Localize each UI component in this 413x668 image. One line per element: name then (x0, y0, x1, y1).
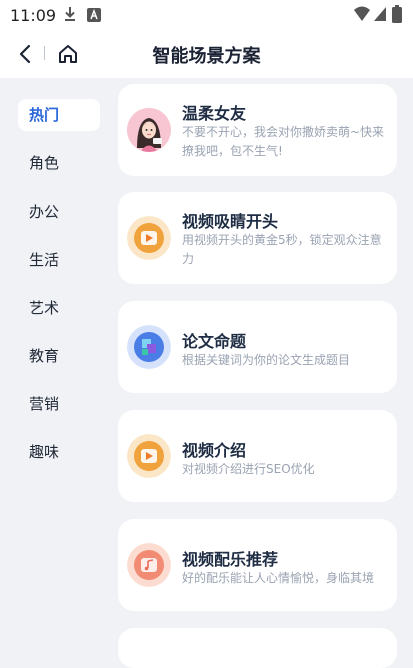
card-description: 对视频介绍进行SEO优化 (182, 462, 315, 476)
paper-document-icon (127, 325, 171, 369)
battery-icon (392, 5, 402, 27)
video-play-icon (127, 216, 171, 260)
sidebar-item-hot[interactable]: 热门 (18, 99, 100, 131)
wifi-icon (353, 6, 371, 26)
page-title: 智能场景方案 (152, 46, 261, 67)
scene-card[interactable]: 视频吸睛开头 用视频开头的黄金5秒，锁定观众注意力 (118, 192, 397, 284)
status-bar: 11:09 (0, 0, 413, 30)
video-play-icon (127, 434, 171, 478)
sidebar-item-label: 趣味 (29, 443, 60, 461)
sidebar-item-label: 生活 (29, 251, 60, 269)
sidebar-item-art[interactable]: 艺术 (18, 292, 100, 324)
scene-card[interactable]: 视频介绍 对视频介绍进行SEO优化 (118, 410, 397, 502)
sidebar-item-life[interactable]: 生活 (18, 244, 100, 276)
sidebar-item-office[interactable]: 办公 (18, 196, 100, 228)
scene-card[interactable]: 论文命题 根据关键词为你的论文生成题目 (118, 301, 397, 393)
category-sidebar: 热门 角色 办公 生活 艺术 教育 营销 趣味 (0, 78, 110, 649)
font-a-icon (87, 7, 101, 26)
card-description: 不要不开心，我会对你撒娇卖萌~快来撩我吧，包不生气! (182, 125, 385, 158)
card-title: 视频介绍 (182, 441, 247, 460)
sidebar-item-label: 角色 (29, 154, 60, 172)
girl-avatar-icon (127, 108, 171, 152)
card-description: 好的配乐能让人心情愉悦，身临其境 (182, 571, 375, 585)
scene-card[interactable]: 温柔女友 不要不开心，我会对你撒娇卖萌~快来撩我吧，包不生气! (118, 84, 397, 176)
sidebar-item-education[interactable]: 教育 (18, 340, 100, 372)
card-title: 视频吸睛开头 (182, 212, 279, 231)
sidebar-item-label: 热门 (29, 106, 60, 124)
sidebar-item-label: 办公 (29, 203, 60, 221)
nav-bar: 智能场景方案 (0, 30, 413, 78)
card-title: 视频配乐推荐 (182, 550, 279, 569)
scene-card-partial[interactable] (118, 628, 397, 668)
status-time: 11:09 (10, 6, 57, 25)
music-note-icon (127, 543, 171, 587)
card-title: 论文命题 (182, 332, 247, 351)
sidebar-item-label: 教育 (29, 347, 60, 365)
card-description: 根据关键词为你的论文生成题目 (182, 353, 351, 367)
sidebar-item-fun[interactable]: 趣味 (18, 436, 100, 468)
sidebar-item-label: 艺术 (29, 299, 60, 317)
card-title: 温柔女友 (182, 104, 247, 123)
card-description: 用视频开头的黄金5秒，锁定观众注意力 (182, 233, 382, 266)
signal-icon (373, 6, 387, 26)
sidebar-item-label: 营销 (29, 395, 60, 413)
sidebar-item-marketing[interactable]: 营销 (18, 388, 100, 420)
sidebar-item-role[interactable]: 角色 (18, 147, 100, 179)
scene-card[interactable]: 视频配乐推荐 好的配乐能让人心情愉悦，身临其境 (118, 519, 397, 611)
download-icon (62, 5, 78, 27)
